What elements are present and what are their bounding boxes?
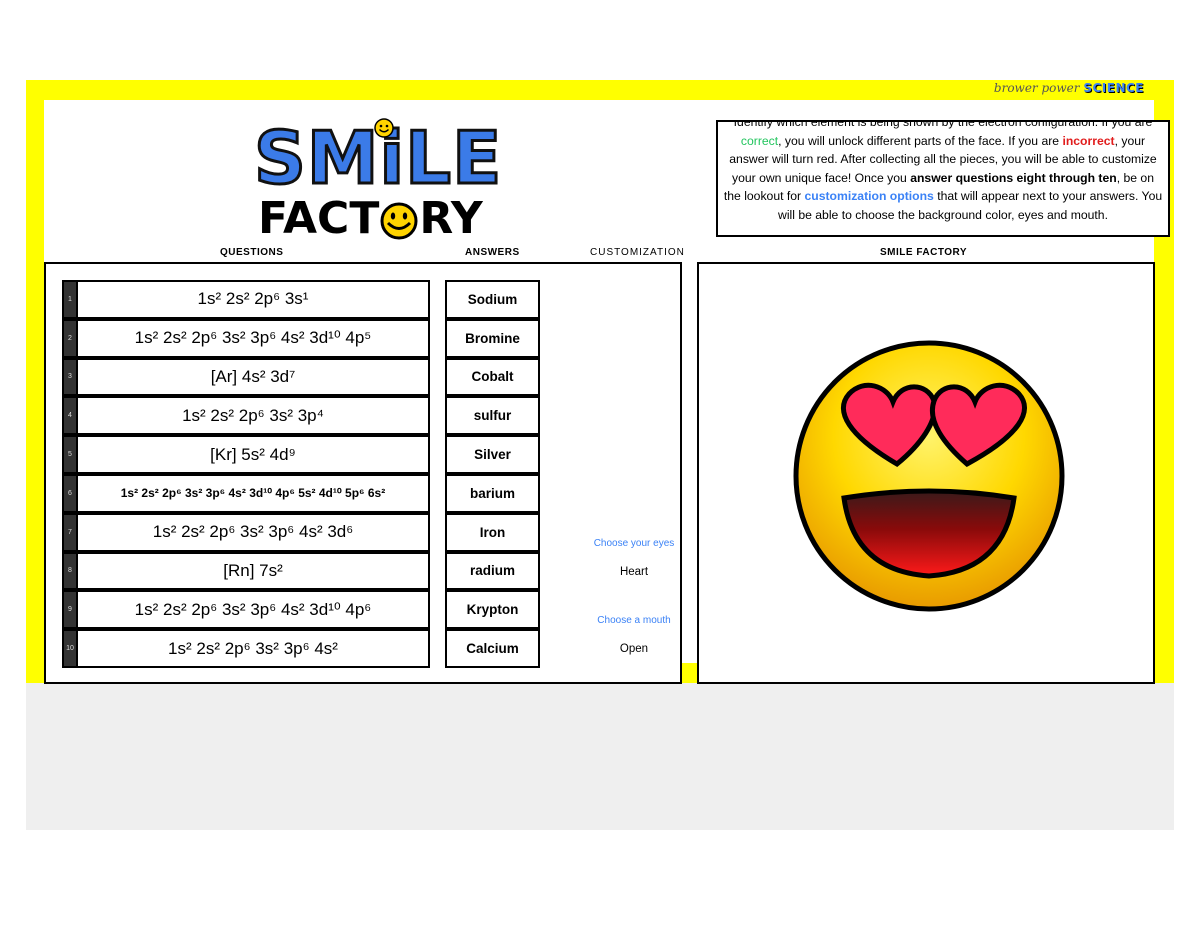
question-row: 8 [Rn] 7s² bbox=[62, 551, 430, 591]
question-row: 6 1s² 2s² 2p⁶ 3s² 3p⁶ 4s² 3d¹⁰ 4p⁶ 5s² 4d… bbox=[62, 474, 430, 513]
smile-factory-header: SMILE FACTORY bbox=[880, 247, 968, 258]
electron-configuration: 1s² 2s² 2p⁶ 3s² 3p⁶ 4s² bbox=[78, 629, 430, 668]
answers-header: ANSWERS bbox=[465, 247, 520, 258]
worksheet-content: SMiLE FACT RY Identify which element is … bbox=[44, 100, 1170, 684]
answer-input[interactable]: Iron bbox=[445, 512, 540, 552]
worksheet-frame: brower power SCIENCE SMiLE FACT RY Ident… bbox=[26, 80, 1174, 684]
question-row: 3 [Ar] 4s² 3d⁷ bbox=[62, 357, 430, 397]
question-number: 2 bbox=[62, 318, 78, 358]
question-row: 5 [Kr] 5s² 4d⁹ bbox=[62, 435, 430, 474]
electron-configuration: 1s² 2s² 2p⁶ 3s² 3p⁶ 4s² 3d¹⁰ 4p⁵ bbox=[78, 318, 430, 358]
question-row: 1 1s² 2s² 2p⁶ 3s¹ bbox=[62, 280, 430, 319]
answer-input[interactable]: Bromine bbox=[445, 318, 540, 358]
question-number: 8 bbox=[62, 551, 78, 591]
brand-logo: brower power SCIENCE bbox=[994, 81, 1144, 95]
smile-factory-panel bbox=[697, 262, 1155, 684]
question-number: 10 bbox=[62, 629, 78, 668]
questions-header: QUESTIONS bbox=[220, 247, 284, 258]
question-row: 4 1s² 2s² 2p⁶ 3s² 3p⁴ bbox=[62, 396, 430, 436]
question-number: 6 bbox=[62, 474, 78, 513]
electron-configuration: 1s² 2s² 2p⁶ 3s² 3p⁴ bbox=[78, 396, 430, 436]
emoji-face bbox=[793, 340, 1065, 612]
question-number: 9 bbox=[62, 590, 78, 630]
question-number: 4 bbox=[62, 396, 78, 436]
answer-input[interactable]: Silver bbox=[445, 435, 540, 474]
smile-factory-logo: SMiLE FACT RY bbox=[252, 118, 514, 244]
brand-accent: SCIENCE bbox=[1083, 81, 1144, 95]
choose-mouth-label: Choose a mouth bbox=[597, 615, 671, 626]
electron-configuration: 1s² 2s² 2p⁶ 3s¹ bbox=[78, 280, 430, 319]
eyes-select[interactable]: Heart bbox=[574, 566, 694, 578]
customization-header: CUSTOMIZATION bbox=[590, 247, 685, 258]
answer-input[interactable]: barium bbox=[445, 474, 540, 513]
question-row: 7 1s² 2s² 2p⁶ 3s² 3p⁶ 4s² 3d⁶ bbox=[62, 512, 430, 552]
answer-input[interactable]: radium bbox=[445, 551, 540, 591]
answer-input[interactable]: Sodium bbox=[445, 280, 540, 319]
question-number: 1 bbox=[62, 280, 78, 319]
question-number: 3 bbox=[62, 357, 78, 397]
logo-factory-smiley-icon bbox=[380, 202, 418, 240]
empty-sheet-area bbox=[26, 683, 1174, 830]
choose-eyes-label: Choose your eyes bbox=[593, 538, 675, 549]
electron-configuration: 1s² 2s² 2p⁶ 3s² 3p⁶ 4s² 3d¹⁰ 4p⁶ 5s² 4d¹… bbox=[78, 474, 430, 513]
answer-input[interactable]: Cobalt bbox=[445, 357, 540, 397]
brand-text: brower power bbox=[993, 81, 1080, 95]
answer-input[interactable]: Calcium bbox=[445, 629, 540, 668]
question-row: 2 1s² 2s² 2p⁶ 3s² 3p⁶ 4s² 3d¹⁰ 4p⁵ bbox=[62, 318, 430, 358]
electron-configuration: 1s² 2s² 2p⁶ 3s² 3p⁶ 4s² 3d¹⁰ 4p⁶ bbox=[78, 590, 430, 630]
electron-configuration: 1s² 2s² 2p⁶ 3s² 3p⁶ 4s² 3d⁶ bbox=[78, 512, 430, 552]
instructions-text: Identify which element is being shown by… bbox=[723, 120, 1163, 222]
answer-input[interactable]: sulfur bbox=[445, 396, 540, 436]
question-number: 5 bbox=[62, 435, 78, 474]
logo-smiley-icon bbox=[374, 118, 394, 138]
electron-configuration: [Rn] 7s² bbox=[78, 551, 430, 591]
questions-panel: 1 1s² 2s² 2p⁶ 3s¹ 2 1s² 2s² 2p⁶ 3s² 3p⁶ 4s²… bbox=[44, 262, 682, 684]
logo-factory-text: FACT RY bbox=[258, 193, 483, 244]
question-number: 7 bbox=[62, 512, 78, 552]
electron-configuration: [Ar] 4s² 3d⁷ bbox=[78, 357, 430, 397]
answer-input[interactable]: Krypton bbox=[445, 590, 540, 630]
question-row: 9 1s² 2s² 2p⁶ 3s² 3p⁶ 4s² 3d¹⁰ 4p⁶ bbox=[62, 590, 430, 630]
mouth-select[interactable]: Open bbox=[574, 643, 694, 655]
instructions-box: Identify which element is being shown by… bbox=[716, 120, 1170, 237]
question-row: 10 1s² 2s² 2p⁶ 3s² 3p⁶ 4s² bbox=[62, 629, 430, 668]
electron-configuration: [Kr] 5s² 4d⁹ bbox=[78, 435, 430, 474]
